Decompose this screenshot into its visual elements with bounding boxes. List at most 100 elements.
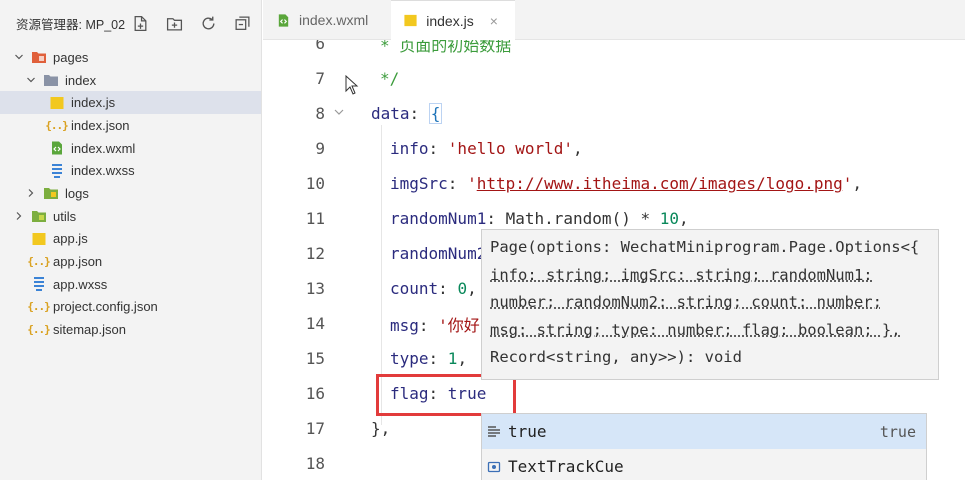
keyword-icon — [486, 424, 502, 440]
tree-item-app-json[interactable]: {..} app.json — [0, 250, 261, 273]
chevron-down-icon — [24, 73, 38, 87]
code-line-10: 10 imgSrc: 'http://www.itheima.com/image… — [263, 166, 965, 201]
tree-item-index-folder[interactable]: index — [0, 69, 261, 92]
json-file-icon: {..} — [30, 253, 47, 270]
folder-icon — [42, 72, 59, 89]
tree-item-app-wxss[interactable]: app.wxss — [0, 273, 261, 296]
tree-item-pages[interactable]: pages — [0, 46, 261, 69]
tree-item-label: app.js — [53, 231, 88, 246]
tooltip-line: number; randomNum2: string; count: numbe… — [490, 289, 930, 317]
hover-tooltip: Page(options: WechatMiniprogram.Page.Opt… — [481, 229, 939, 380]
tree-item-index-wxss[interactable]: index.wxss — [0, 159, 261, 182]
js-file-icon — [30, 230, 47, 247]
file-tree: pages index index.js {..} index.json ind… — [0, 46, 261, 341]
collapse-all-icon[interactable] — [232, 13, 252, 33]
tooltip-line: info: string; imgSrc: string; randomNum1… — [490, 262, 930, 290]
explorer-header: 资源管理器: MP_02 — [0, 0, 261, 46]
tree-item-label: utils — [53, 209, 76, 224]
tree-item-logs[interactable]: logs — [0, 182, 261, 205]
autocomplete-list: true true TextTrackCue — [481, 413, 927, 480]
tree-item-label: app.json — [53, 254, 102, 269]
folder-icon — [30, 208, 47, 225]
wxss-file-icon — [48, 162, 65, 179]
code-text: randomNum2 — [390, 244, 486, 263]
tooltip-line: msg: string; type: number; flag: boolean… — [490, 317, 930, 345]
chevron-down-icon — [12, 50, 26, 64]
new-folder-icon[interactable] — [164, 13, 184, 33]
wxml-file-icon — [48, 140, 65, 157]
line-number: 15 — [263, 349, 325, 368]
comment-text: * 页面的初始数据 — [380, 40, 511, 56]
suggestion-item-texttrackcue[interactable]: TextTrackCue — [482, 449, 926, 480]
close-icon[interactable]: × — [490, 13, 503, 29]
tree-item-sitemap-json[interactable]: {..} sitemap.json — [0, 318, 261, 341]
line-number: 14 — [263, 314, 325, 333]
line-number: 17 — [263, 419, 325, 438]
tree-item-utils[interactable]: utils — [0, 205, 261, 228]
url-link: http://www.itheima.com/images/logo.png — [477, 174, 843, 193]
tree-item-app-js[interactable]: app.js — [0, 228, 261, 251]
folder-icon — [30, 49, 47, 66]
editor-tabs: index.wxml index.js × — [263, 0, 965, 40]
tree-item-label: index.wxss — [71, 163, 135, 178]
line-number: 12 — [263, 244, 325, 263]
tab-label: index.wxml — [299, 12, 368, 28]
json-file-icon: {..} — [30, 298, 47, 315]
code-text: }, — [371, 419, 390, 438]
tree-item-index-json[interactable]: {..} index.json — [0, 114, 261, 137]
line-number: 11 — [263, 209, 325, 228]
tree-item-index-js[interactable]: index.js — [0, 91, 261, 114]
js-file-icon — [48, 94, 65, 111]
tab-index-js[interactable]: index.js × — [391, 0, 515, 40]
code-text: msg: '你好 — [390, 312, 480, 336]
explorer-sidebar: 资源管理器: MP_02 pages index index.js {..} i… — [0, 0, 262, 480]
tree-item-project-config-json[interactable]: {..} project.config.json — [0, 296, 261, 319]
code-line-16: 16 flag: true — [263, 376, 965, 411]
tree-item-index-wxml[interactable]: index.wxml — [0, 137, 261, 160]
line-number: 9 — [263, 139, 325, 158]
tooltip-line: Page(options: WechatMiniprogram.Page.Opt… — [490, 234, 930, 262]
tooltip-line: Record<string, any>>): void — [490, 344, 930, 372]
wxml-file-icon — [275, 12, 291, 28]
tree-item-label: app.wxss — [53, 277, 107, 292]
tree-item-label: index.js — [71, 95, 115, 110]
mouse-cursor-icon — [345, 75, 359, 95]
code-text: type: 1, — [390, 349, 467, 368]
code-line-9: 9 info: 'hello world', — [263, 131, 965, 166]
code-text: count: 0, — [390, 279, 477, 298]
refresh-icon[interactable] — [198, 13, 218, 33]
chevron-right-icon — [24, 186, 38, 200]
tree-item-label: index.wxml — [71, 141, 135, 156]
new-file-icon[interactable] — [130, 13, 150, 33]
code-text: info: 'hello world', — [390, 139, 583, 158]
line-number: 16 — [263, 384, 325, 403]
explorer-toolbar — [130, 13, 252, 33]
js-file-icon — [403, 13, 418, 29]
suggestion-detail: true — [880, 423, 916, 441]
highlight-box — [376, 374, 516, 416]
tab-label: index.js — [426, 13, 473, 29]
tree-item-label: index.json — [71, 118, 130, 133]
fold-chevron-icon[interactable] — [333, 106, 349, 121]
tab-index-wxml[interactable]: index.wxml — [263, 0, 391, 40]
tree-item-label: project.config.json — [53, 299, 158, 314]
tree-item-label: sitemap.json — [53, 322, 126, 337]
json-file-icon: {..} — [30, 321, 47, 338]
suggestion-label: TextTrackCue — [508, 457, 916, 476]
line-number: 18 — [263, 454, 325, 473]
comment-text: */ — [380, 69, 399, 88]
json-file-icon: {..} — [48, 117, 65, 134]
line-number: 8 — [263, 104, 325, 123]
explorer-title: 资源管理器: MP_02 — [16, 14, 124, 33]
chevron-right-icon — [12, 209, 26, 223]
code-text: data: { — [371, 104, 442, 123]
folder-icon — [42, 185, 59, 202]
code-text: randomNum1: Math.random() * 10, — [390, 209, 689, 228]
wxss-file-icon — [30, 276, 47, 293]
tree-item-label: logs — [65, 186, 89, 201]
code-line-7: 7 */ — [263, 61, 965, 96]
class-icon — [486, 459, 502, 475]
suggestion-label: true — [508, 422, 880, 441]
line-number: 13 — [263, 279, 325, 298]
suggestion-item-true[interactable]: true true — [482, 414, 926, 449]
